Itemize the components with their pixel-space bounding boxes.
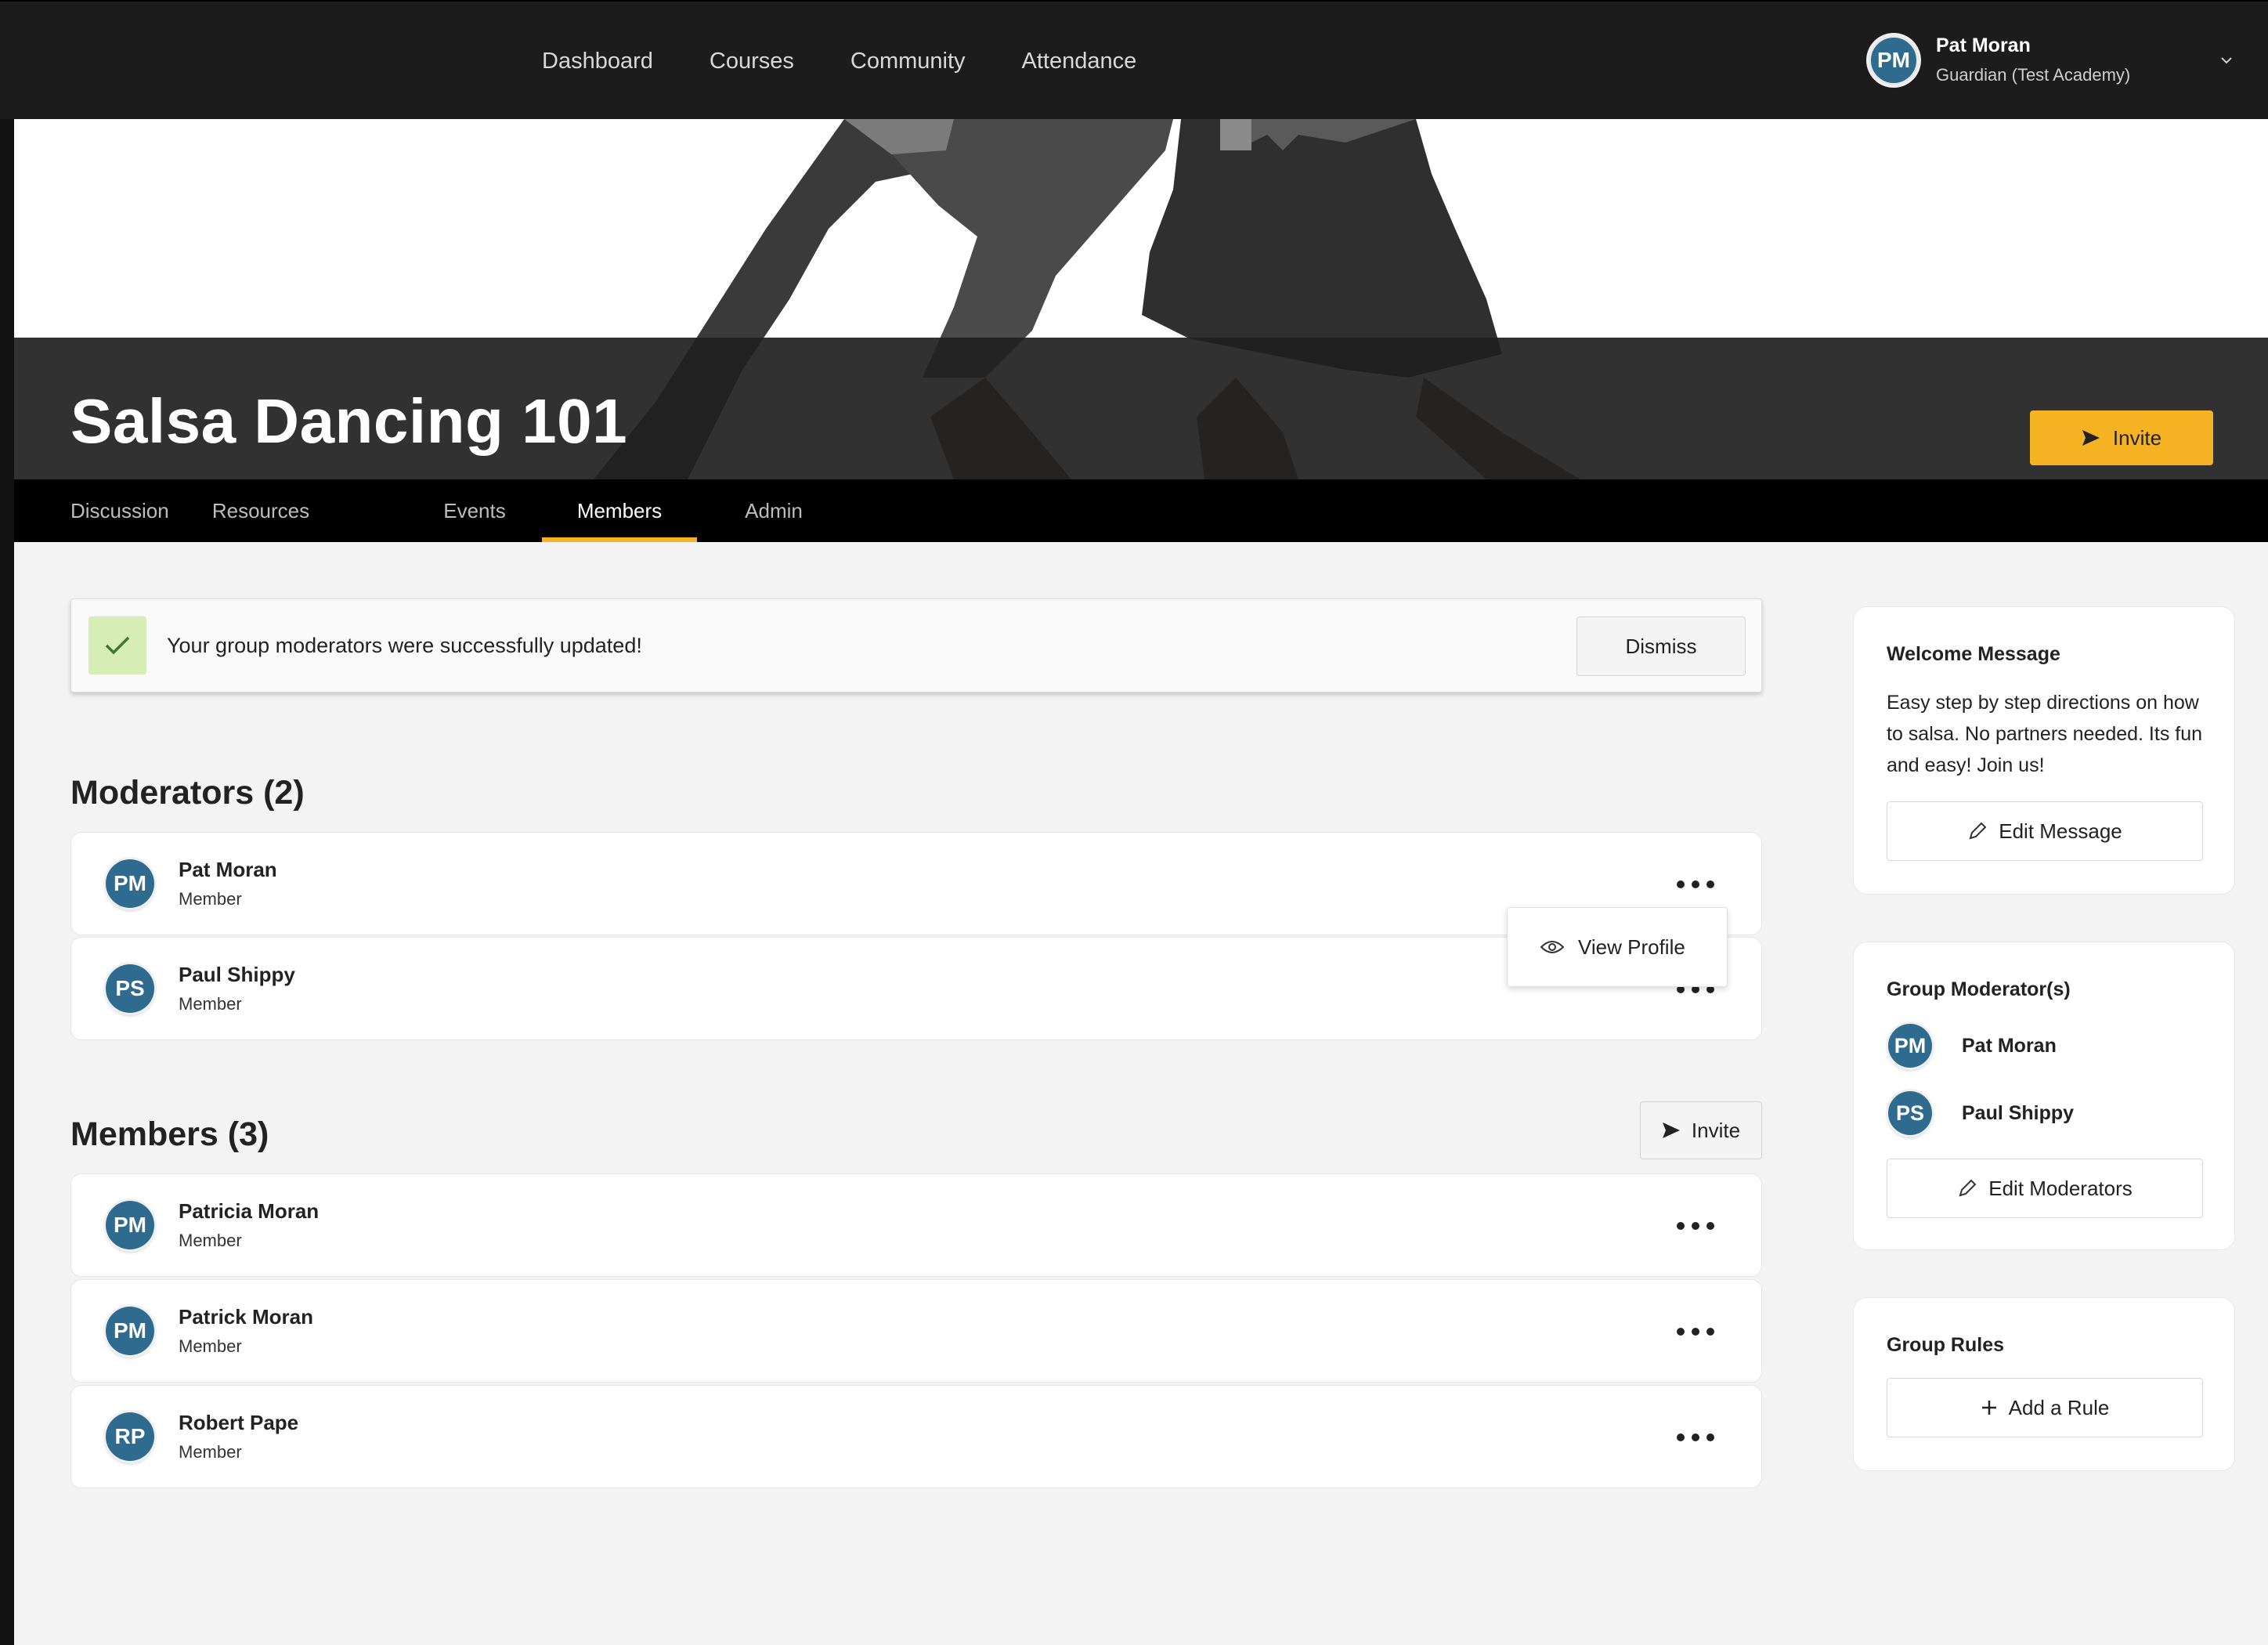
member-row: RP Robert Pape Member — [70, 1385, 1762, 1488]
avatar[interactable]: PS — [106, 964, 154, 1013]
welcome-message-card: Welcome Message Easy step by step direct… — [1853, 606, 2235, 895]
edit-message-button[interactable]: Edit Message — [1887, 801, 2203, 861]
more-options-icon[interactable] — [1677, 1425, 1714, 1450]
plus-icon — [1981, 1401, 1996, 1415]
invite-button-label: Invite — [2112, 425, 2162, 450]
tab-admin[interactable]: Admin — [735, 479, 813, 542]
member-name[interactable]: Robert Pape — [179, 1411, 298, 1435]
avatar[interactable]: PM — [106, 1201, 154, 1249]
chevron-down-icon[interactable] — [2219, 53, 2234, 67]
moderator-name[interactable]: Pat Moran — [179, 858, 277, 882]
sidebar-moderator-name: Pat Moran — [1962, 1034, 2057, 1057]
main-nav: Dashboard Courses Community Attendance — [542, 2, 1136, 121]
welcome-message-title: Welcome Message — [1887, 643, 2060, 665]
group-moderators-title: Group Moderator(s) — [1887, 978, 2071, 1000]
send-icon — [1662, 1123, 1680, 1138]
group-moderators-card: Group Moderator(s) PM Pat Moran PS Paul … — [1853, 942, 2235, 1250]
user-name: Pat Moran — [1936, 34, 2031, 56]
eye-icon — [1540, 941, 1564, 953]
view-profile-label: View Profile — [1578, 935, 1685, 959]
invite-members-label: Invite — [1691, 1118, 1741, 1142]
sidebar-moderator-name: Paul Shippy — [1962, 1101, 2075, 1124]
avatar: PS — [1888, 1091, 1932, 1135]
welcome-message-text: Easy step by step directions on how to s… — [1887, 692, 2203, 776]
moderators-heading: Moderators (2) — [70, 774, 305, 812]
invite-button[interactable]: Invite — [2030, 410, 2213, 465]
nav-link-courses[interactable]: Courses — [710, 49, 794, 74]
check-icon — [88, 616, 146, 674]
avatar[interactable]: PM — [106, 1307, 154, 1355]
user-role: Guardian (Test Academy) — [1936, 65, 2131, 85]
more-options-icon[interactable] — [1677, 1319, 1714, 1344]
add-rule-button[interactable]: Add a Rule — [1887, 1378, 2203, 1437]
member-role: Member — [179, 1231, 242, 1250]
member-name[interactable]: Patrick Moran — [179, 1305, 313, 1329]
view-profile-menu-item[interactable]: View Profile — [1507, 907, 1728, 987]
tab-resources[interactable]: Resources — [210, 479, 312, 542]
members-heading: Members (3) — [70, 1115, 269, 1153]
group-title: Salsa Dancing 101 — [70, 386, 628, 456]
left-edge-strip — [0, 119, 14, 1645]
alert-message: Your group moderators were successfully … — [167, 634, 642, 657]
edit-message-label: Edit Message — [1999, 819, 2122, 843]
invite-members-button[interactable]: Invite — [1640, 1101, 1762, 1159]
active-tab-indicator — [542, 537, 697, 542]
dismiss-button[interactable]: Dismiss — [1576, 616, 1746, 676]
pencil-icon — [1969, 822, 1987, 840]
group-rules-title: Group Rules — [1887, 1334, 2005, 1356]
user-info: Pat Moran Guardian (Test Academy) — [1936, 34, 2130, 85]
moderator-role: Member — [179, 889, 242, 909]
member-row: PM Patrick Moran Member — [70, 1279, 1762, 1383]
nav-link-community[interactable]: Community — [850, 49, 966, 74]
send-icon — [2082, 430, 2100, 446]
tab-discussion[interactable]: Discussion — [70, 479, 169, 542]
edit-moderators-button[interactable]: Edit Moderators — [1887, 1159, 2203, 1218]
top-navigation-bar: Dashboard Courses Community Attendance P… — [0, 0, 2268, 119]
more-options-icon[interactable] — [1677, 872, 1714, 897]
more-options-icon[interactable] — [1677, 1213, 1714, 1238]
group-banner: Salsa Dancing 101 — [14, 119, 2268, 479]
user-avatar: PM — [1869, 34, 1919, 85]
tab-events[interactable]: Events — [442, 479, 507, 542]
tab-members[interactable]: Members — [542, 479, 697, 542]
sidebar-moderator[interactable]: PS Paul Shippy — [1888, 1091, 2074, 1135]
group-rules-card: Group Rules Add a Rule — [1853, 1297, 2235, 1471]
avatar[interactable]: PM — [106, 859, 154, 908]
sidebar-moderator[interactable]: PM Pat Moran — [1888, 1024, 2057, 1068]
avatar: PM — [1888, 1024, 1932, 1068]
member-name[interactable]: Patricia Moran — [179, 1199, 319, 1224]
group-tabs: Discussion Resources Events Members Admi… — [14, 479, 2268, 542]
moderator-name[interactable]: Paul Shippy — [179, 963, 295, 987]
nav-link-dashboard[interactable]: Dashboard — [542, 49, 653, 74]
user-menu[interactable]: PM Pat Moran Guardian (Test Academy) — [1869, 34, 2130, 85]
add-rule-label: Add a Rule — [2008, 1395, 2110, 1419]
member-role: Member — [179, 1336, 242, 1356]
pencil-icon — [1959, 1179, 1977, 1197]
moderator-role: Member — [179, 994, 242, 1014]
member-row: PM Patricia Moran Member — [70, 1173, 1762, 1277]
avatar[interactable]: RP — [106, 1412, 154, 1461]
nav-link-attendance[interactable]: Attendance — [1022, 49, 1137, 74]
success-alert: Your group moderators were successfully … — [70, 598, 1762, 692]
edit-moderators-label: Edit Moderators — [1988, 1176, 2133, 1200]
member-role: Member — [179, 1442, 242, 1462]
